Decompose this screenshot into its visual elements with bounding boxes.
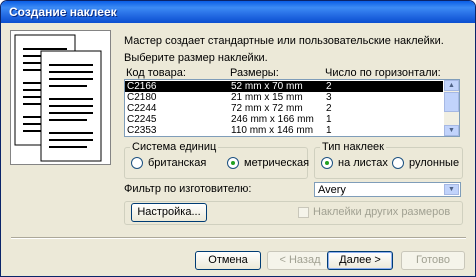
cell-size: 21 mm x 15 mm	[231, 92, 303, 103]
scroll-down-arrow-icon[interactable]: ▼	[444, 125, 459, 136]
cell-size: 72 mm x 72 mm	[231, 103, 303, 114]
radio-roll[interactable]	[392, 157, 404, 169]
cell-count: 1	[326, 125, 332, 136]
settings-button[interactable]: Настройка...	[131, 203, 207, 222]
list-item-selected[interactable]: C2166 52 mm x 70 mm 2	[125, 81, 443, 92]
cell-code: C2180	[127, 92, 157, 103]
back-button[interactable]: < Назад	[267, 251, 333, 270]
label-sheet-illustration	[14, 34, 102, 162]
cell-count: 1	[326, 114, 332, 125]
cell-count: 2	[326, 103, 332, 114]
divider	[11, 237, 466, 239]
other-sizes-label: Наклейки других размеров	[313, 206, 451, 218]
list-item[interactable]: C2244 72 mm x 72 mm 2	[125, 103, 443, 114]
dialog-window: Создание наклеек Мастер создает стандарт…	[0, 0, 476, 277]
cell-count: 3	[326, 92, 332, 103]
filter-label: Фильтр по изготовителю:	[124, 183, 252, 195]
finish-button[interactable]: Готово	[401, 251, 465, 270]
next-button[interactable]: Далее >	[327, 251, 393, 270]
cell-code: C2166	[127, 81, 157, 92]
other-sizes-checkbox[interactable]	[298, 207, 309, 218]
cell-code: C2245	[127, 114, 157, 125]
radio-roll-label[interactable]: рулонные	[409, 157, 459, 169]
cancel-button[interactable]: Отмена	[195, 251, 261, 270]
scroll-thumb[interactable]	[444, 92, 459, 112]
cell-count: 2	[326, 81, 332, 92]
cell-code: C2244	[127, 103, 157, 114]
cell-size: 110 mm x 146 mm	[231, 125, 314, 136]
intro-text-2: Выберите размер наклейки.	[124, 52, 268, 64]
manufacturer-select-value: Avery	[318, 184, 346, 196]
list-item[interactable]: C2245 246 mm x 166 mm 1	[125, 114, 443, 125]
list-item[interactable]: C2353 110 mm x 146 mm 1	[125, 125, 443, 136]
label-preview-image	[10, 30, 111, 165]
intro-text-1: Мастер создает стандартные или пользоват…	[124, 35, 444, 47]
cell-code: C2353	[127, 125, 157, 136]
cell-size: 52 mm x 70 mm	[231, 81, 303, 92]
list-item[interactable]: C2180 21 mm x 15 mm 3	[125, 92, 443, 103]
manufacturer-select[interactable]: Avery ▼	[314, 182, 461, 197]
radio-imperial-label[interactable]: британская	[148, 157, 206, 169]
radio-metric[interactable]	[227, 157, 239, 169]
list-scrollbar[interactable]: ▲ ▼	[444, 80, 459, 136]
cell-size: 246 mm x 166 mm	[231, 114, 314, 125]
label-type-group-title: Тип наклеек	[320, 141, 386, 153]
units-group-title: Система единиц	[130, 141, 219, 153]
column-header-code: Код товара:	[126, 67, 186, 79]
column-header-count: Число по горизонтали:	[325, 67, 441, 79]
chevron-down-icon[interactable]: ▼	[444, 184, 459, 195]
radio-sheet-label[interactable]: на листах	[338, 157, 388, 169]
radio-metric-label[interactable]: метрическая	[244, 157, 309, 169]
radio-imperial[interactable]	[131, 157, 143, 169]
radio-sheet[interactable]	[321, 157, 333, 169]
column-header-size: Размеры:	[230, 67, 279, 79]
label-size-list[interactable]: C2166 52 mm x 70 mm 2 C2180 21 mm x 15 m…	[124, 79, 460, 137]
window-title: Создание наклеек	[9, 5, 117, 19]
scroll-up-arrow-icon[interactable]: ▲	[444, 80, 459, 91]
title-bar[interactable]: Создание наклеек	[1, 1, 475, 23]
